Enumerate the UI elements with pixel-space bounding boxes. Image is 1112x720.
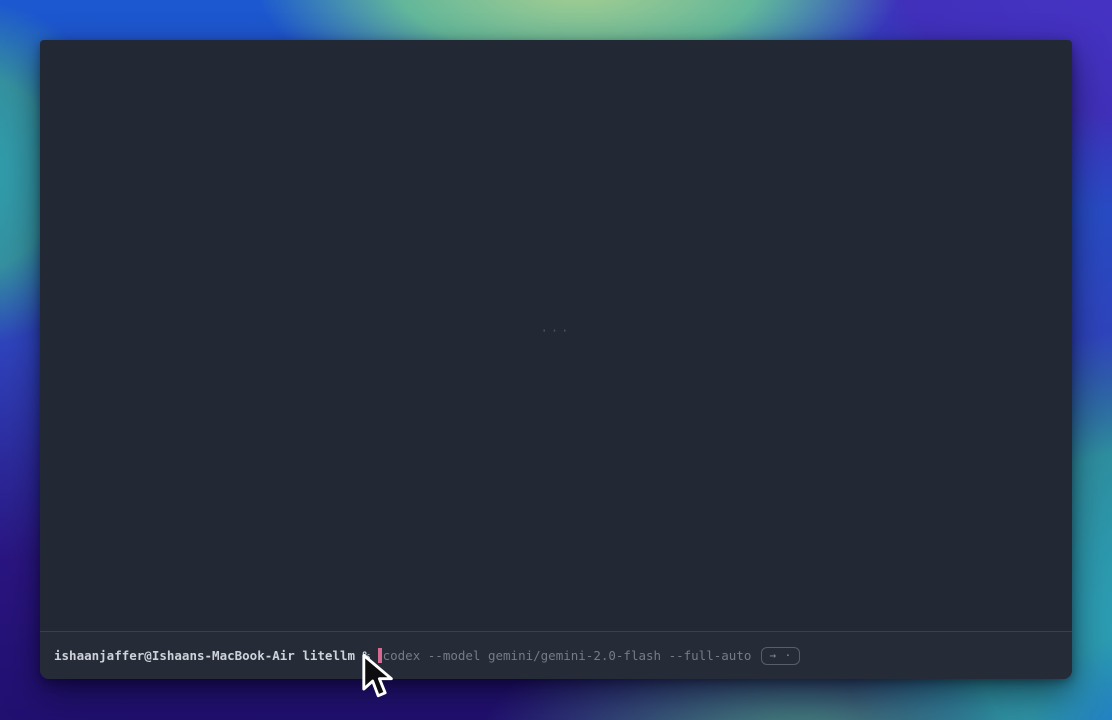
text-caret [378, 648, 382, 663]
prompt-bar: ishaanjaffer@Ishaans-MacBook-Air litellm… [40, 631, 1072, 679]
prompt-line[interactable]: ishaanjaffer@Ishaans-MacBook-Air litellm… [54, 647, 800, 665]
desktop: ··· ishaanjaffer@Ishaans-MacBook-Air lit… [0, 0, 1112, 720]
loading-ellipsis: ··· [541, 324, 572, 338]
autosuggestion-text: codex --model gemini/gemini-2.0-flash --… [383, 647, 752, 664]
terminal-window[interactable]: ··· ishaanjaffer@Ishaans-MacBook-Air lit… [40, 40, 1072, 679]
terminal-screen[interactable]: ··· [40, 40, 1072, 631]
prompt-text: ishaanjaffer@Ishaans-MacBook-Air litellm… [54, 647, 378, 664]
tab-hint-badge: → · [761, 647, 800, 665]
